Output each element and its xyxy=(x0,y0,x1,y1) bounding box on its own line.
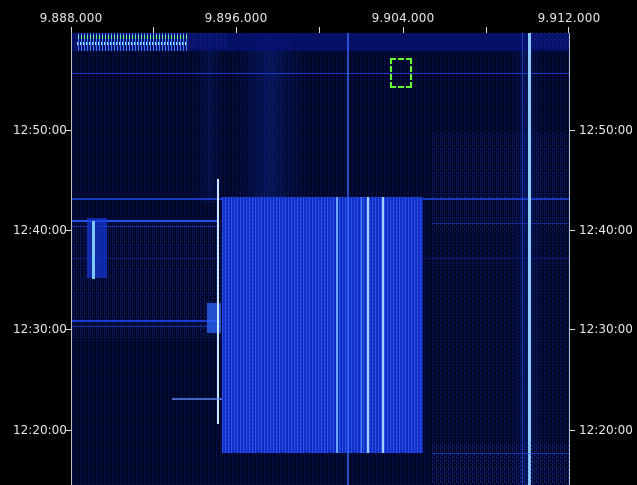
frequency-axis: 9.888.000 9.896.000 9.904.000 9.912.000 xyxy=(0,0,637,33)
time-label-1220: 12:20:00 xyxy=(13,423,67,437)
time-label-1240: 12:40:00 xyxy=(579,223,633,237)
time-label-1250: 12:50:00 xyxy=(579,123,633,137)
time-label-1230: 12:30:00 xyxy=(579,322,633,336)
freq-label-9904000: 9.904.000 xyxy=(371,11,435,25)
time-label-1230: 12:30:00 xyxy=(13,322,67,336)
selection-marker[interactable] xyxy=(390,58,412,88)
time-label-1240: 12:40:00 xyxy=(13,223,67,237)
waterfall-image xyxy=(72,33,569,485)
time-label-1250: 12:50:00 xyxy=(13,123,67,137)
freq-label-9896000: 9.896.000 xyxy=(204,11,268,25)
freq-label-9912000: 9.912.000 xyxy=(537,11,601,25)
waterfall-display[interactable] xyxy=(71,33,570,485)
time-label-1220: 12:20:00 xyxy=(579,423,633,437)
freq-label-9888000: 9.888.000 xyxy=(39,11,103,25)
